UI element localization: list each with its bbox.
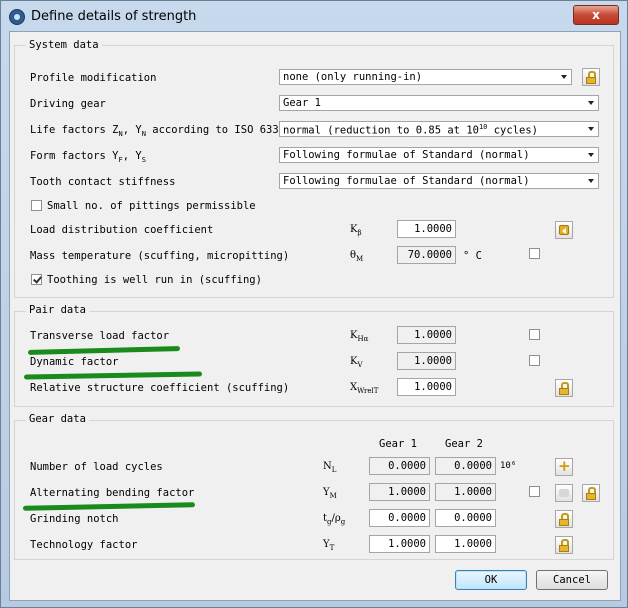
grinding-symbol: tg/ρg bbox=[323, 513, 346, 526]
gear-data-title: Gear data bbox=[26, 413, 89, 425]
alternating-lock-button[interactable] bbox=[582, 484, 600, 502]
technology-label: Technology factor bbox=[30, 539, 138, 551]
grinding-gear1-input[interactable]: 0.0000 bbox=[369, 509, 430, 527]
load-cycles-symbol: NL bbox=[323, 461, 337, 474]
profile-mod-value: none (only running-in) bbox=[283, 71, 423, 83]
relative-symbol: XWrelT bbox=[350, 382, 379, 395]
chevron-down-icon bbox=[588, 153, 594, 157]
app-icon bbox=[9, 9, 25, 25]
load-dist-arrow-button[interactable] bbox=[555, 221, 573, 239]
title-bar[interactable]: Define details of strength x bbox=[1, 1, 627, 31]
driving-gear-label: Driving gear bbox=[30, 98, 106, 110]
dynamic-symbol: KV bbox=[350, 356, 363, 369]
technology-gear1-input[interactable]: 1.0000 bbox=[369, 535, 430, 553]
tooth-contact-value: Following formulae of Standard (normal) bbox=[283, 175, 530, 187]
gear1-column-header: Gear 1 bbox=[379, 438, 417, 450]
tooth-contact-label: Tooth contact stiffness bbox=[30, 176, 176, 188]
load-dist-label: Load distribution coefficient bbox=[30, 224, 214, 236]
alternating-label: Alternating bending factor bbox=[30, 487, 195, 499]
chevron-down-icon bbox=[561, 75, 567, 79]
mass-temp-unit: ° C bbox=[463, 250, 482, 262]
dialog-window: Define details of strength x System data… bbox=[0, 0, 628, 608]
close-button[interactable]: x bbox=[573, 5, 619, 25]
life-factors-value: normal (reduction to 0.85 at 1010 cycles… bbox=[283, 123, 538, 137]
grinding-lock-button[interactable] bbox=[555, 510, 573, 528]
alternating-gear2-input[interactable]: 1.0000 bbox=[435, 483, 496, 501]
life-factors-label: Life factors ZN, YN according to ISO 633… bbox=[30, 124, 285, 139]
tooth-contact-select[interactable]: Following formulae of Standard (normal) bbox=[279, 173, 599, 189]
transverse-checkbox[interactable] bbox=[529, 329, 540, 340]
chevron-down-icon bbox=[588, 179, 594, 183]
profile-mod-label: Profile modification bbox=[30, 72, 157, 84]
load-dist-symbol: Kβ bbox=[350, 224, 362, 237]
gear2-column-header: Gear 2 bbox=[445, 438, 483, 450]
dynamic-label: Dynamic factor bbox=[30, 356, 119, 368]
transverse-symbol: KHα bbox=[350, 330, 369, 343]
system-data-title: System data bbox=[26, 39, 102, 51]
load-dist-input[interactable]: 1.0000 bbox=[397, 220, 456, 238]
mass-temp-checkbox[interactable] bbox=[529, 248, 540, 259]
transverse-label: Transverse load factor bbox=[30, 330, 170, 342]
technology-gear2-input[interactable]: 1.0000 bbox=[435, 535, 496, 553]
relative-lock-button[interactable] bbox=[555, 379, 573, 397]
load-cycles-gear1-input[interactable]: 0.0000 bbox=[369, 457, 430, 475]
form-factors-select[interactable]: Following formulae of Standard (normal) bbox=[279, 147, 599, 163]
alternating-checkbox[interactable] bbox=[529, 486, 540, 497]
profile-mod-lock-button[interactable] bbox=[582, 68, 600, 86]
form-factors-label: Form factors YF, YS bbox=[30, 150, 146, 165]
load-cycles-gear2-input[interactable]: 0.0000 bbox=[435, 457, 496, 475]
mass-temp-input[interactable]: 70.0000 bbox=[397, 246, 456, 264]
relative-label: Relative structure coefficient (scuffing… bbox=[30, 382, 290, 394]
small-pittings-label: Small no. of pittings permissible bbox=[47, 200, 256, 212]
relative-input[interactable]: 1.0000 bbox=[397, 378, 456, 396]
cancel-button[interactable]: Cancel bbox=[536, 570, 608, 590]
grinding-gear2-input[interactable]: 0.0000 bbox=[435, 509, 496, 527]
dynamic-checkbox[interactable] bbox=[529, 355, 540, 366]
toothing-run-in-label: Toothing is well run in (scuffing) bbox=[47, 274, 262, 286]
driving-gear-value: Gear 1 bbox=[283, 97, 321, 109]
dialog-client: System data Profile modification none (o… bbox=[9, 31, 621, 601]
ok-button[interactable]: OK bbox=[455, 570, 527, 590]
mass-temp-label: Mass temperature (scuffing, micropitting… bbox=[30, 250, 290, 262]
grinding-label: Grinding notch bbox=[30, 513, 119, 525]
load-cycles-plus-button[interactable] bbox=[555, 458, 573, 476]
driving-gear-select[interactable]: Gear 1 bbox=[279, 95, 599, 111]
alternating-arrow-button[interactable] bbox=[555, 484, 573, 502]
pair-data-title: Pair data bbox=[26, 304, 89, 316]
alternating-symbol: YM bbox=[323, 487, 337, 500]
toothing-run-in-checkbox[interactable] bbox=[31, 274, 42, 285]
window-title: Define details of strength bbox=[31, 9, 197, 24]
transverse-input[interactable]: 1.0000 bbox=[397, 326, 456, 344]
life-factors-select[interactable]: normal (reduction to 0.85 at 1010 cycles… bbox=[279, 121, 599, 137]
technology-lock-button[interactable] bbox=[555, 536, 573, 554]
alternating-gear1-input[interactable]: 1.0000 bbox=[369, 483, 430, 501]
form-factors-value: Following formulae of Standard (normal) bbox=[283, 149, 530, 161]
mass-temp-symbol: θM bbox=[350, 250, 364, 263]
chevron-down-icon bbox=[588, 101, 594, 105]
dynamic-input[interactable]: 1.0000 bbox=[397, 352, 456, 370]
chevron-down-icon bbox=[588, 127, 594, 131]
small-pittings-checkbox[interactable] bbox=[31, 200, 42, 211]
profile-mod-select[interactable]: none (only running-in) bbox=[279, 69, 572, 85]
load-cycles-unit: 10⁶ bbox=[500, 461, 517, 471]
technology-symbol: YT bbox=[323, 539, 335, 552]
load-cycles-label: Number of load cycles bbox=[30, 461, 163, 473]
